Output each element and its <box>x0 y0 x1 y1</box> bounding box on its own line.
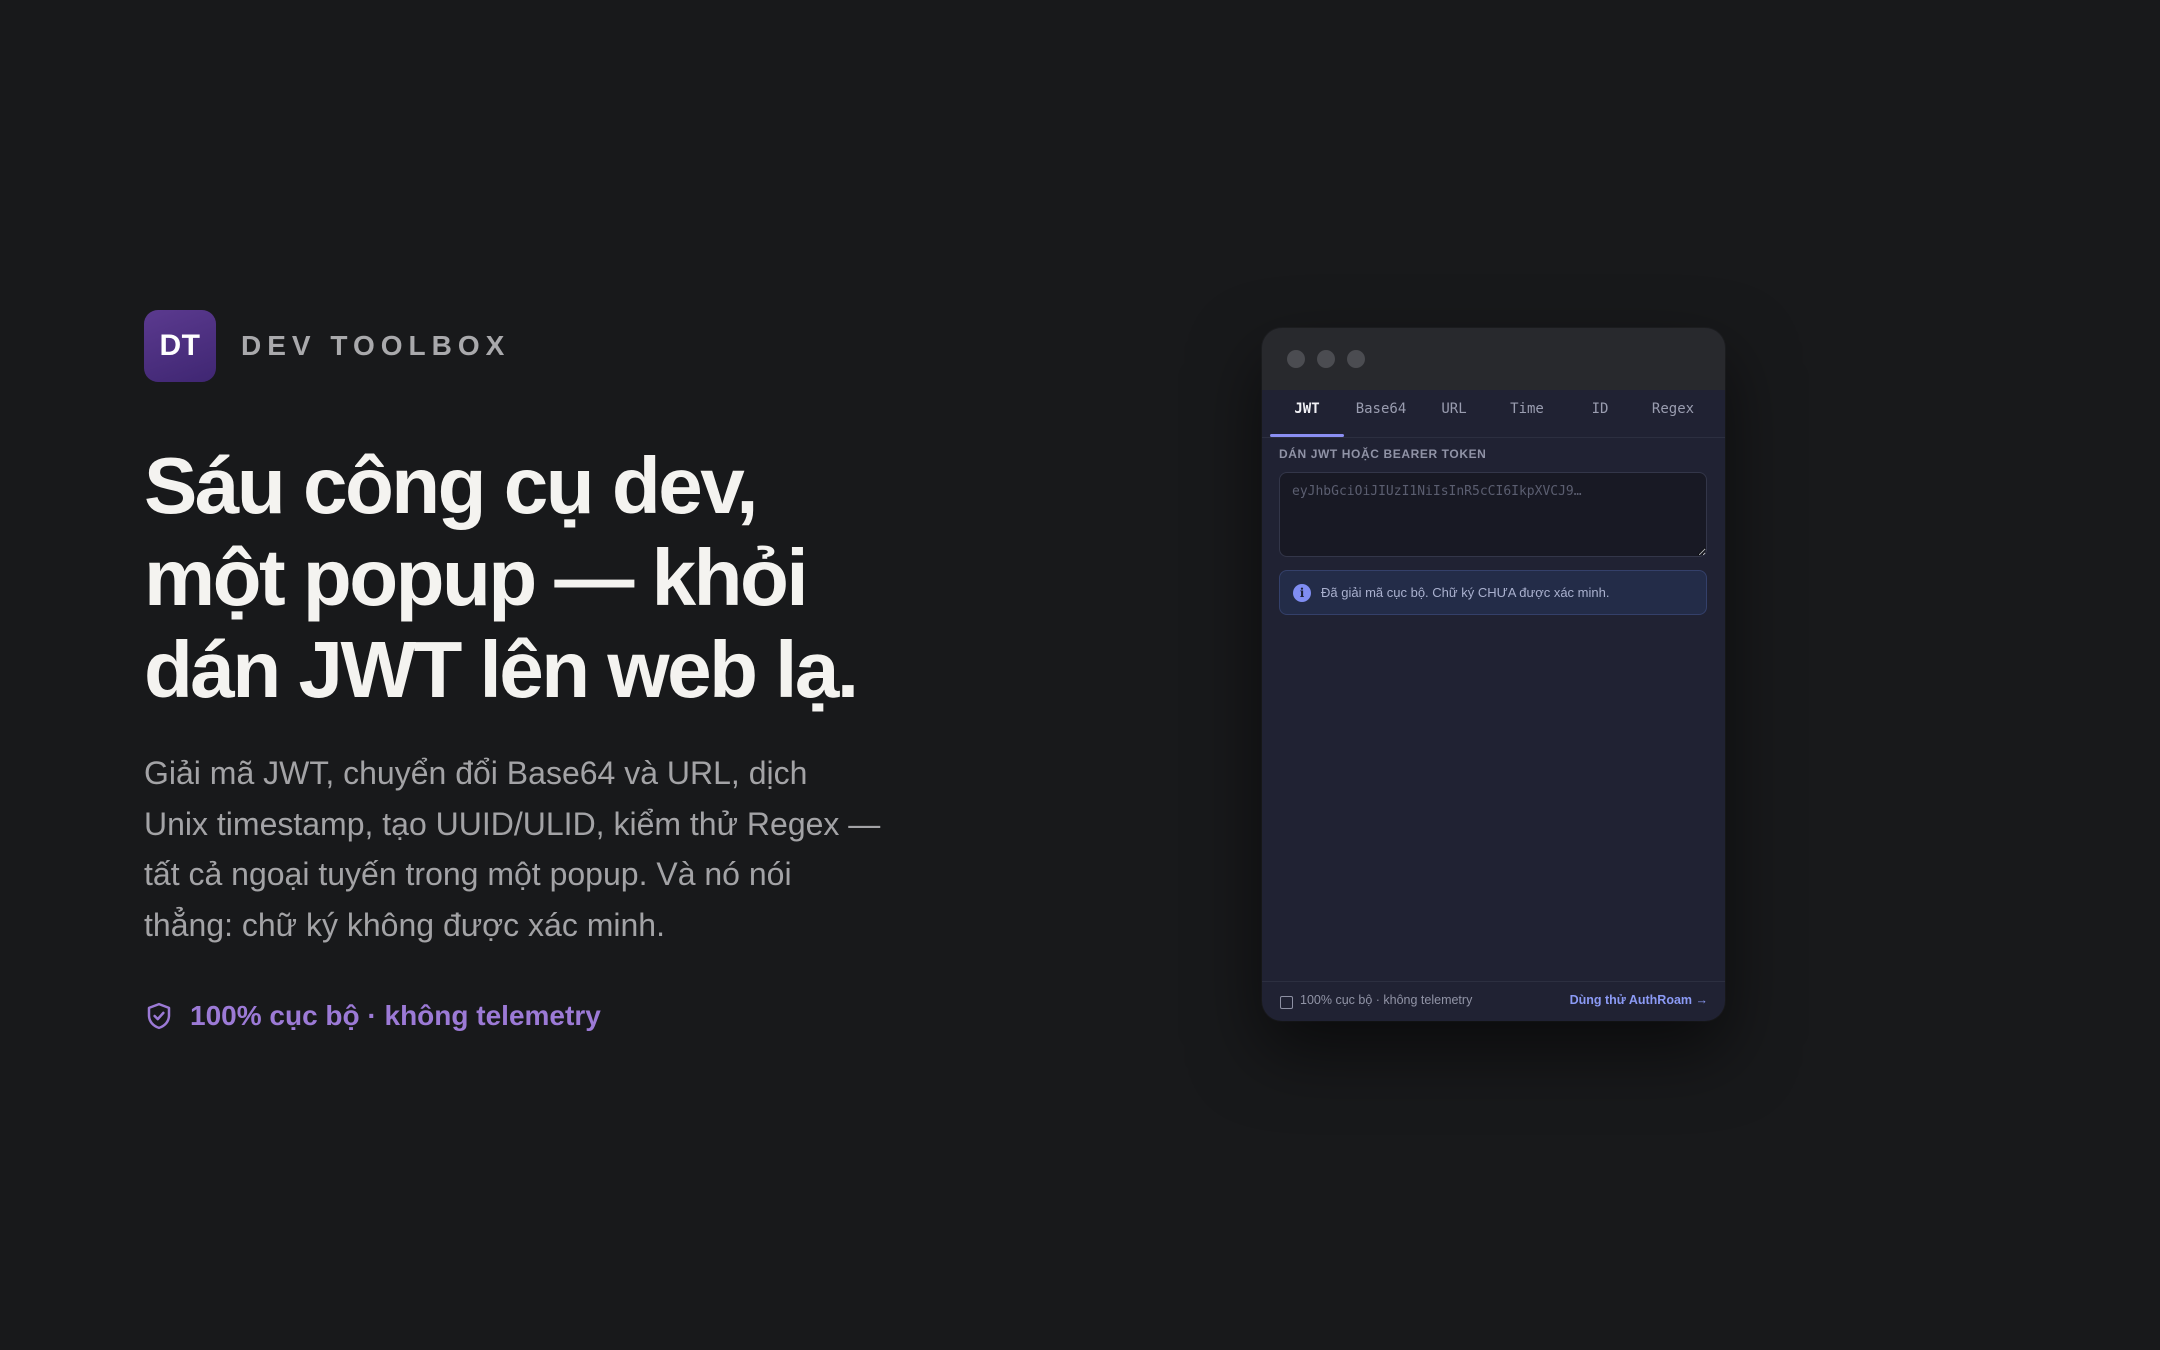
description: Giải mã JWT, chuyển đổi Base64 và URL, d… <box>144 748 924 950</box>
description-line: thẳng: chữ ký không được xác minh. <box>144 906 665 943</box>
token-input-label: DÁN JWT HOẶC BEARER TOKEN <box>1279 447 1487 461</box>
tab-time[interactable]: Time <box>1490 390 1564 437</box>
window-titlebar <box>1262 328 1725 390</box>
tab-regex[interactable]: Regex <box>1636 390 1710 437</box>
headline-line: một popup — khỏi <box>144 533 809 622</box>
tool-tabs: JWT Base64 URL Time ID Regex <box>1262 390 1725 438</box>
decode-notice: i Đã giải mã cục bộ. Chữ ký CHƯA được xá… <box>1279 570 1707 615</box>
popup-footer: 100% cục bộ · không telemetry Dùng thử A… <box>1262 981 1725 1021</box>
token-input[interactable] <box>1279 472 1707 557</box>
tab-id[interactable]: ID <box>1564 390 1636 437</box>
brand-logo: DT <box>144 310 216 382</box>
window-control-dot[interactable] <box>1347 350 1365 368</box>
info-icon: i <box>1293 583 1311 602</box>
local-checkbox[interactable] <box>1280 996 1293 1009</box>
brand-name: DEV TOOLBOX <box>241 330 511 361</box>
description-line: tất cả ngoại tuyến trong một popup. Và n… <box>144 856 792 892</box>
headline-line: Sáu công cụ dev, <box>144 441 759 530</box>
window-control-dot[interactable] <box>1317 350 1335 368</box>
footer-privacy-text: 100% cục bộ · không telemetry <box>1300 993 1473 1007</box>
headline-line: dán JWT lên web lạ. <box>144 625 859 714</box>
privacy-badge-text: 100% cục bộ · không telemetry <box>190 1000 601 1031</box>
popup-window: JWT Base64 URL Time ID Regex DÁN JWT HOẶ… <box>1262 328 1725 1021</box>
headline: Sáu công cụ dev, một popup — khỏi dán JW… <box>144 440 964 716</box>
tab-url[interactable]: URL <box>1418 390 1490 437</box>
privacy-badge: 100% cục bộ · không telemetry <box>144 1000 601 1032</box>
page: DT DEV TOOLBOX Sáu công cụ dev, một popu… <box>0 0 2160 1350</box>
window-control-dot[interactable] <box>1287 350 1305 368</box>
tab-base64[interactable]: Base64 <box>1344 390 1418 437</box>
tab-jwt[interactable]: JWT <box>1270 390 1344 437</box>
description-line: Unix timestamp, tạo UUID/ULID, kiểm thử … <box>144 805 881 842</box>
shield-check-icon <box>147 1002 171 1030</box>
brand: DT DEV TOOLBOX <box>144 310 510 382</box>
try-authroam-link[interactable]: Dùng thử AuthRoam → <box>1570 993 1708 1007</box>
decode-notice-text: Đã giải mã cục bộ. Chữ ký CHƯA được xác … <box>1321 585 1610 600</box>
description-line: Giải mã JWT, chuyển đổi Base64 và URL, d… <box>144 755 808 791</box>
